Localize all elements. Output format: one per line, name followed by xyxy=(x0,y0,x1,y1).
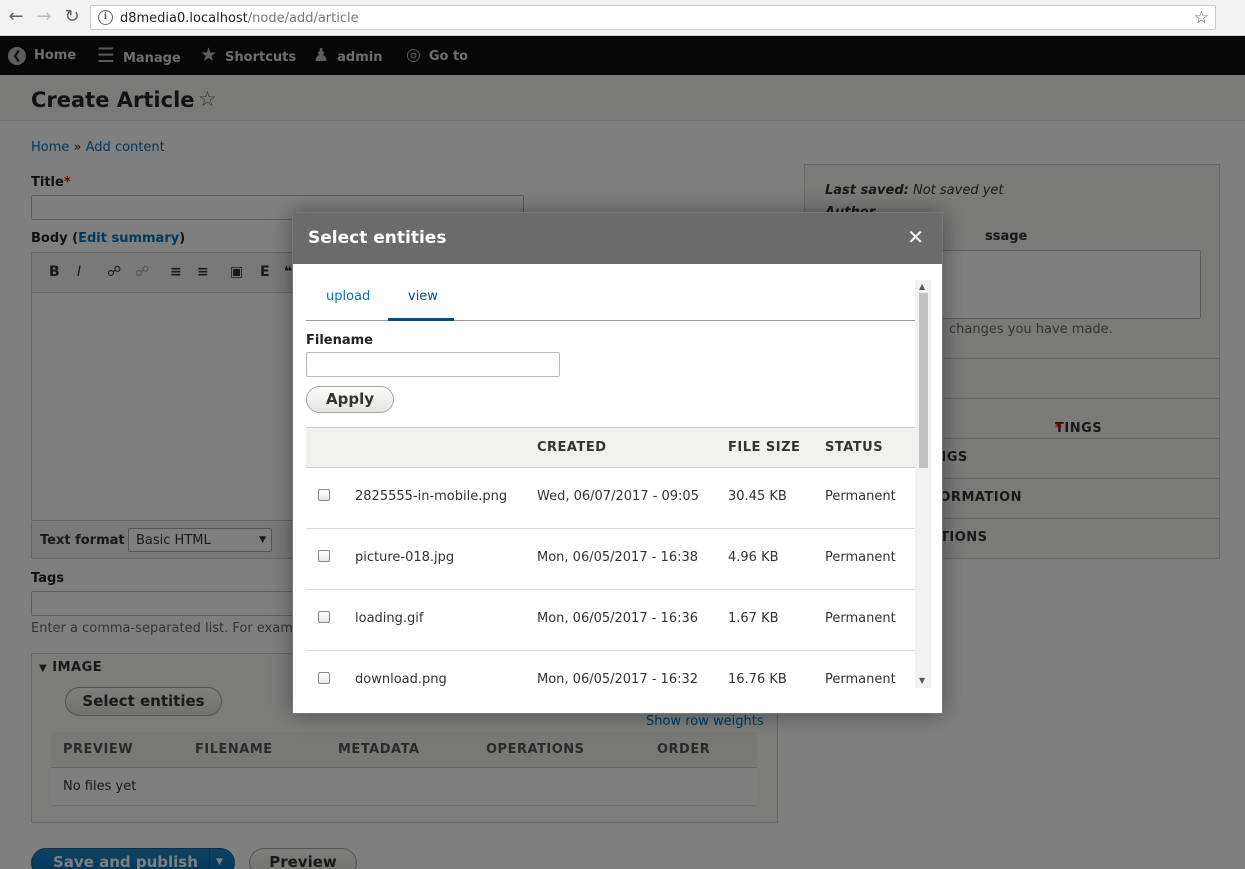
row-status: Permanent xyxy=(825,489,896,504)
dialog-tabs: upload view xyxy=(306,280,915,321)
row-created: Mon, 06/05/2017 - 16:32 xyxy=(537,672,699,687)
back-arrow-icon[interactable]: ← xyxy=(6,7,26,27)
entity-browser-frame: upload view Filename Apply CREATED FILE … xyxy=(306,280,931,688)
filename-label: Filename xyxy=(306,333,373,348)
col-file-size: FILE SIZE xyxy=(728,440,801,455)
filename-input[interactable] xyxy=(306,352,560,377)
table-row: 2825555-in-mobile.png Wed, 06/07/2017 - … xyxy=(306,468,915,529)
address-bar[interactable]: i d8media0.localhost/node/add/article ☆ xyxy=(90,5,1216,30)
dialog-title: Select entities xyxy=(308,228,447,248)
row-filename: 2825555-in-mobile.png xyxy=(355,489,508,504)
bookmark-star-icon[interactable]: ☆ xyxy=(1194,8,1209,28)
tab-upload[interactable]: upload xyxy=(326,289,370,304)
col-created: CREATED xyxy=(537,440,607,455)
row-status: Permanent xyxy=(825,611,896,626)
row-status: Permanent xyxy=(825,550,896,565)
row-size: 30.45 KB xyxy=(728,489,787,504)
row-checkbox[interactable] xyxy=(318,550,330,562)
row-checkbox[interactable] xyxy=(318,611,330,623)
table-row: picture-018.jpg Mon, 06/05/2017 - 16:38 … xyxy=(306,529,915,590)
scroll-up-arrow-icon[interactable]: ▲ xyxy=(919,282,925,291)
row-created: Mon, 06/05/2017 - 16:38 xyxy=(537,550,699,565)
reload-icon[interactable]: ↻ xyxy=(62,7,82,27)
row-checkbox[interactable] xyxy=(318,489,330,501)
row-created: Wed, 06/07/2017 - 09:05 xyxy=(537,489,699,504)
row-size: 16.76 KB xyxy=(728,672,787,687)
col-status: STATUS xyxy=(825,440,884,455)
row-size: 4.96 KB xyxy=(728,550,779,565)
table-row: loading.gif Mon, 06/05/2017 - 16:36 1.67… xyxy=(306,590,915,651)
row-checkbox[interactable] xyxy=(318,672,330,684)
apply-button[interactable]: Apply xyxy=(306,386,394,413)
table-row: download.png Mon, 06/05/2017 - 16:32 16.… xyxy=(306,651,915,688)
row-status: Permanent xyxy=(825,672,896,687)
row-size: 1.67 KB xyxy=(728,611,779,626)
info-icon[interactable]: i xyxy=(98,10,113,25)
row-filename: loading.gif xyxy=(355,611,424,626)
close-icon[interactable]: ✕ xyxy=(907,225,924,249)
entities-table-header: CREATED FILE SIZE STATUS xyxy=(306,427,915,468)
dialog-titlebar: Select entities ✕ xyxy=(293,213,942,264)
tab-view[interactable]: view xyxy=(408,289,438,304)
scroll-thumb[interactable] xyxy=(919,293,928,468)
url-text: d8media0.localhost/node/add/article xyxy=(120,11,359,26)
row-filename: download.png xyxy=(355,672,447,687)
scroll-down-arrow-icon[interactable]: ▼ xyxy=(919,676,925,685)
dialog-scrollbar[interactable]: ▲ ▼ xyxy=(915,280,931,688)
forward-arrow-icon[interactable]: → xyxy=(34,7,54,27)
active-tab-indicator xyxy=(388,318,454,321)
row-filename: picture-018.jpg xyxy=(355,550,455,565)
browser-bar: ← → ↻ i d8media0.localhost/node/add/arti… xyxy=(0,0,1245,36)
select-entities-dialog: Select entities ✕ upload view Filename A… xyxy=(292,212,943,714)
row-created: Mon, 06/05/2017 - 16:36 xyxy=(537,611,699,626)
